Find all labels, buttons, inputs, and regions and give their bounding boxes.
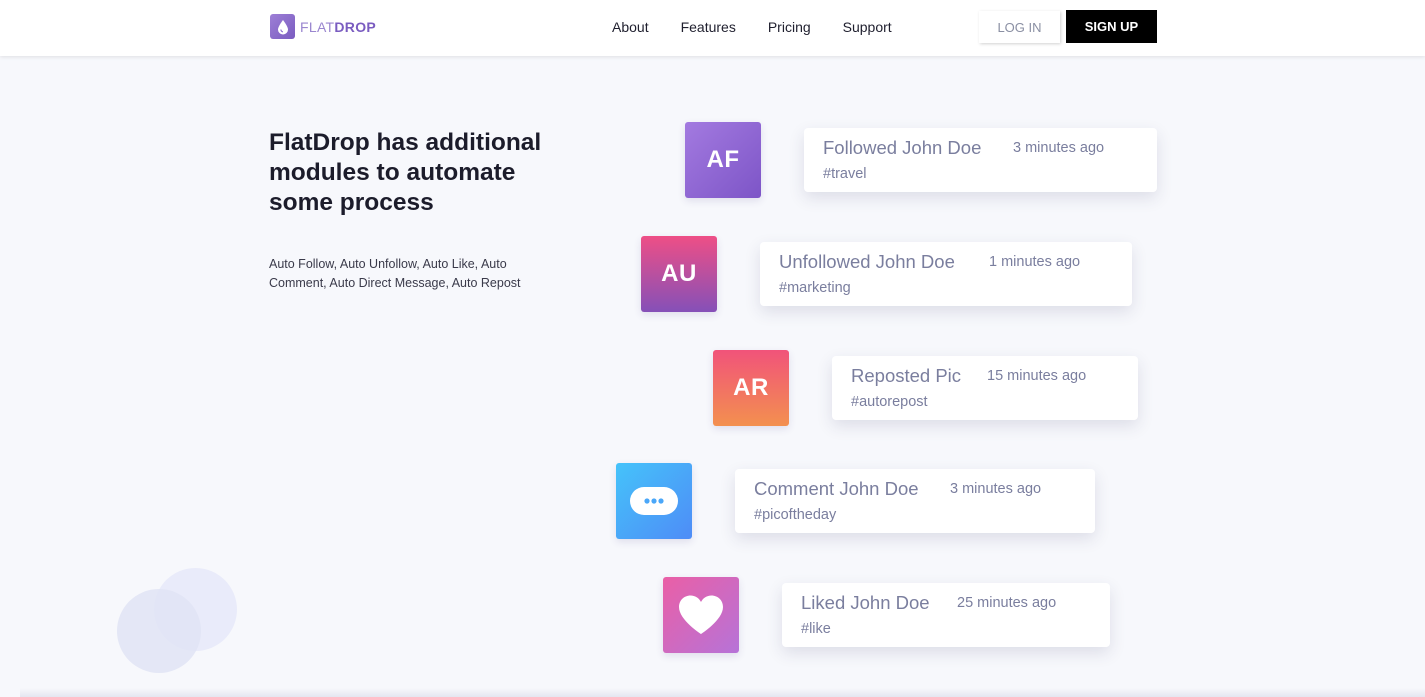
activity-tag: #autorepost <box>851 394 928 410</box>
main-nav: About Features Pricing Support <box>612 0 924 54</box>
activity-tag: #travel <box>823 166 867 182</box>
top-navbar: FLATDROP About Features Pricing Support … <box>0 0 1425 56</box>
activity-badge-comment <box>616 463 692 539</box>
activity-badge-af: AF <box>685 122 761 198</box>
activity-title: Comment John Doe <box>754 478 919 499</box>
drop-icon <box>270 14 295 39</box>
hero-title: FlatDrop has additional modules to autom… <box>269 129 542 216</box>
login-button[interactable]: LOG IN <box>979 11 1060 43</box>
heart-icon <box>679 595 723 634</box>
activity-title: Liked John Doe <box>801 592 930 613</box>
brand-logo[interactable]: FLATDROP <box>270 14 376 39</box>
activity-time: 15 minutes ago <box>987 368 1087 384</box>
activity-card: Followed John Doe 3 minutes ago #travel <box>804 128 1157 192</box>
activity-card: Unfollowed John Doe 1 minutes ago #marke… <box>760 242 1132 306</box>
nav-link-about[interactable]: About <box>612 19 649 35</box>
activity-badge-like <box>663 577 739 653</box>
activity-badge-au: AU <box>641 236 717 312</box>
activity-title: Followed John Doe <box>823 137 982 158</box>
activity-title: Reposted Pic <box>851 365 962 386</box>
badge-initials: AR <box>733 374 769 401</box>
nav-link-pricing[interactable]: Pricing <box>768 19 811 35</box>
brand-name-bold: DROP <box>334 18 377 35</box>
activity-tag: #picoftheday <box>754 507 837 523</box>
nav-link-support[interactable]: Support <box>843 19 892 35</box>
hero-subtitle: Auto Follow, Auto Unfollow, Auto Like, A… <box>269 257 521 290</box>
brand-name: FLATDROP <box>300 19 376 35</box>
activity-card: Liked John Doe 25 minutes ago #like <box>782 583 1110 647</box>
section-divider <box>20 688 1425 697</box>
activity-tag: #like <box>801 621 831 637</box>
brand-name-light: FLAT <box>300 18 335 35</box>
activity-tag: #marketing <box>779 280 851 296</box>
activity-time: 1 minutes ago <box>989 254 1081 270</box>
activity-card: Reposted Pic 15 minutes ago #autorepost <box>832 356 1138 420</box>
activity-time: 3 minutes ago <box>1013 140 1105 156</box>
signup-button[interactable]: SIGN UP <box>1066 10 1157 43</box>
activity-title: Unfollowed John Doe <box>779 251 955 272</box>
activity-badge-ar: AR <box>713 350 789 426</box>
badge-initials: AF <box>706 146 740 173</box>
activity-card: Comment John Doe 3 minutes ago #picofthe… <box>735 469 1095 533</box>
activity-time: 3 minutes ago <box>950 481 1042 497</box>
chat-bubble-icon <box>630 487 678 515</box>
decorative-circle <box>117 589 201 673</box>
badge-initials: AU <box>661 260 697 287</box>
nav-link-features[interactable]: Features <box>681 19 736 35</box>
activity-time: 25 minutes ago <box>957 595 1057 611</box>
